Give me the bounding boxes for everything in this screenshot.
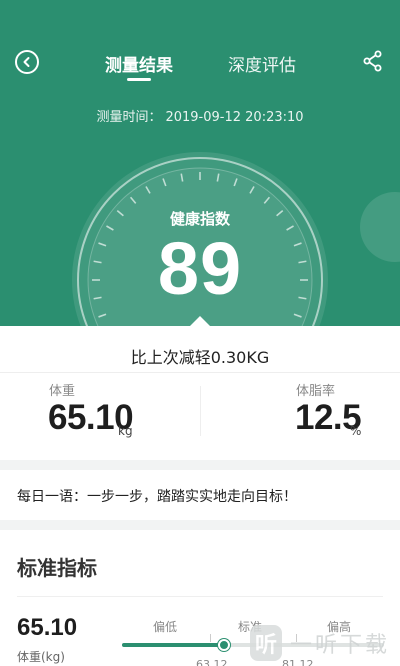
watermark-logo: 听 <box>250 625 282 661</box>
daily-quote-text: 每日一语：一步一步，踏踏实实地走向目标！ <box>17 489 297 505</box>
hero-header: 测量结果 深度评估 测量时间： 2019-09-12 20:23:10 健康指数 … <box>0 0 400 326</box>
indicator-value: 65.10 <box>17 614 78 641</box>
range-separator <box>210 634 211 642</box>
daily-quote-card: 每日一语：一步一步，踏踏实实地走向目标！ <box>0 470 400 520</box>
health-index-score: 89 <box>157 227 243 310</box>
measure-time: 测量时间： 2019-09-12 20:23:10 <box>0 106 400 125</box>
range-tick-low: 63.12 <box>196 658 228 666</box>
section-title: 标准指标 <box>17 556 97 580</box>
divider <box>0 372 400 373</box>
measure-time-label: 测量时间： <box>96 110 162 125</box>
back-button[interactable] <box>15 50 39 74</box>
bodyfat-label: 体脂率 <box>296 384 336 399</box>
watermark: 听 一听下载 <box>250 620 400 666</box>
divider-vertical <box>200 386 201 436</box>
range-low-label: 偏低 <box>153 620 178 634</box>
share-icon <box>363 50 382 72</box>
weight-unit: kg <box>118 424 133 438</box>
range-fill <box>122 643 224 647</box>
tab-measure-result[interactable]: 测量结果 <box>105 51 173 76</box>
weight-label: 体重 <box>49 384 76 399</box>
summary-card: 比上次减轻0.30KG 体重 65.10 kg 体脂率 12.5 % <box>0 326 400 460</box>
range-marker <box>218 639 230 651</box>
weight-change-text: 比上次减轻0.30KG <box>130 348 270 367</box>
health-index-label: 健康指数 <box>169 210 230 228</box>
share-button[interactable] <box>362 50 384 72</box>
watermark-text: 一听下载 <box>290 633 391 658</box>
divider <box>17 596 383 597</box>
chevron-left-icon <box>23 57 30 67</box>
bodyfat-unit: % <box>350 424 362 438</box>
indicator-label: 体重(kg) <box>17 650 65 664</box>
active-tab-indicator <box>127 78 151 81</box>
pointer-arrow <box>190 316 210 326</box>
measure-time-value: 2019-09-12 20:23:10 <box>165 110 304 125</box>
tab-deep-evaluation[interactable]: 深度评估 <box>228 51 296 76</box>
